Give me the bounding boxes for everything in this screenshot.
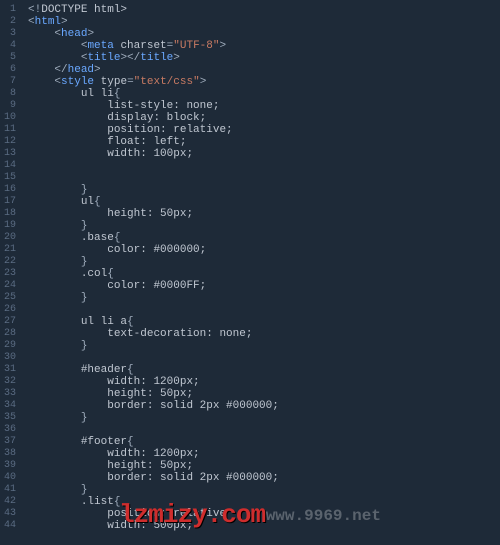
line-number: 24: [4, 280, 16, 292]
code-area[interactable]: <!DOCTYPE html><html> <head> <meta chars…: [24, 0, 500, 545]
code-line[interactable]: border: solid 2px #000000;: [28, 472, 500, 484]
code-line[interactable]: #footer{: [28, 436, 500, 448]
line-number: 28: [4, 328, 16, 340]
code-line[interactable]: height: 50px;: [28, 460, 500, 472]
code-line[interactable]: width: 500px;: [28, 520, 500, 532]
code-line[interactable]: [28, 304, 500, 316]
code-line[interactable]: text-decoration: none;: [28, 328, 500, 340]
code-line[interactable]: width: 1200px;: [28, 376, 500, 388]
code-line[interactable]: color: #000000;: [28, 244, 500, 256]
line-number: 10: [4, 112, 16, 124]
line-number: 4: [4, 40, 16, 52]
code-line[interactable]: }: [28, 220, 500, 232]
line-number: 21: [4, 244, 16, 256]
code-line[interactable]: height: 50px;: [28, 388, 500, 400]
line-number: 22: [4, 256, 16, 268]
line-number: 35: [4, 412, 16, 424]
code-line[interactable]: }: [28, 412, 500, 424]
code-line[interactable]: float: left;: [28, 136, 500, 148]
code-line[interactable]: height: 50px;: [28, 208, 500, 220]
line-number: 33: [4, 388, 16, 400]
line-number: 13: [4, 148, 16, 160]
code-line[interactable]: [28, 352, 500, 364]
line-number: 29: [4, 340, 16, 352]
line-number: 8: [4, 88, 16, 100]
code-line[interactable]: <style type="text/css">: [28, 76, 500, 88]
code-line[interactable]: <html>: [28, 16, 500, 28]
code-line[interactable]: <head>: [28, 28, 500, 40]
code-line[interactable]: }: [28, 184, 500, 196]
line-number: 30: [4, 352, 16, 364]
line-number: 3: [4, 28, 16, 40]
code-line[interactable]: <meta charset="UTF-8">: [28, 40, 500, 52]
code-line[interactable]: [28, 424, 500, 436]
line-number: 44: [4, 520, 16, 532]
line-number: 14: [4, 160, 16, 172]
line-number: 16: [4, 184, 16, 196]
line-number: 20: [4, 232, 16, 244]
line-number: 17: [4, 196, 16, 208]
line-number: 12: [4, 136, 16, 148]
line-number: 32: [4, 376, 16, 388]
line-number: 9: [4, 100, 16, 112]
line-number: 23: [4, 268, 16, 280]
code-line[interactable]: color: #0000FF;: [28, 280, 500, 292]
line-number: 39: [4, 460, 16, 472]
code-line[interactable]: }: [28, 256, 500, 268]
code-line[interactable]: [28, 160, 500, 172]
code-line[interactable]: </head>: [28, 64, 500, 76]
line-number: 25: [4, 292, 16, 304]
code-line[interactable]: [28, 172, 500, 184]
code-line[interactable]: position: relative;: [28, 124, 500, 136]
code-line[interactable]: width: 1200px;: [28, 448, 500, 460]
code-line[interactable]: width: 100px;: [28, 148, 500, 160]
code-line[interactable]: <title></title>: [28, 52, 500, 64]
code-editor[interactable]: 1234567891011121314151617181920212223242…: [0, 0, 500, 545]
line-number: 38: [4, 448, 16, 460]
line-number: 18: [4, 208, 16, 220]
line-number: 34: [4, 400, 16, 412]
line-number: 27: [4, 316, 16, 328]
line-number: 41: [4, 484, 16, 496]
line-number: 11: [4, 124, 16, 136]
line-number: 31: [4, 364, 16, 376]
line-number: 2: [4, 16, 16, 28]
code-line[interactable]: ul li{: [28, 88, 500, 100]
line-number: 36: [4, 424, 16, 436]
code-line[interactable]: list-style: none;: [28, 100, 500, 112]
line-number: 43: [4, 508, 16, 520]
line-number: 19: [4, 220, 16, 232]
code-line[interactable]: }: [28, 292, 500, 304]
code-line[interactable]: <!DOCTYPE html>: [28, 4, 500, 16]
line-number: 37: [4, 436, 16, 448]
code-line[interactable]: }: [28, 484, 500, 496]
code-line[interactable]: .list{: [28, 496, 500, 508]
code-line[interactable]: ul li a{: [28, 316, 500, 328]
code-line[interactable]: }: [28, 340, 500, 352]
code-line[interactable]: #header{: [28, 364, 500, 376]
line-number: 40: [4, 472, 16, 484]
line-number: 5: [4, 52, 16, 64]
code-line[interactable]: .col{: [28, 268, 500, 280]
line-number: 26: [4, 304, 16, 316]
code-line[interactable]: ul{: [28, 196, 500, 208]
line-number: 1: [4, 4, 16, 16]
line-number: 42: [4, 496, 16, 508]
line-number: 6: [4, 64, 16, 76]
line-number: 7: [4, 76, 16, 88]
code-line[interactable]: border: solid 2px #000000;: [28, 400, 500, 412]
code-line[interactable]: .base{: [28, 232, 500, 244]
code-line[interactable]: position: relative: [28, 508, 500, 520]
line-number: 15: [4, 172, 16, 184]
line-number-gutter: 1234567891011121314151617181920212223242…: [0, 0, 24, 545]
code-line[interactable]: display: block;: [28, 112, 500, 124]
